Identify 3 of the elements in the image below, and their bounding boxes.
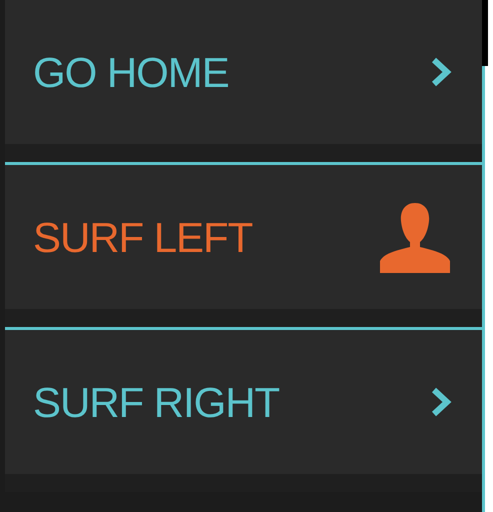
person-icon (378, 201, 452, 273)
chevron-right-icon (430, 387, 452, 417)
chevron-right-icon (430, 57, 452, 87)
